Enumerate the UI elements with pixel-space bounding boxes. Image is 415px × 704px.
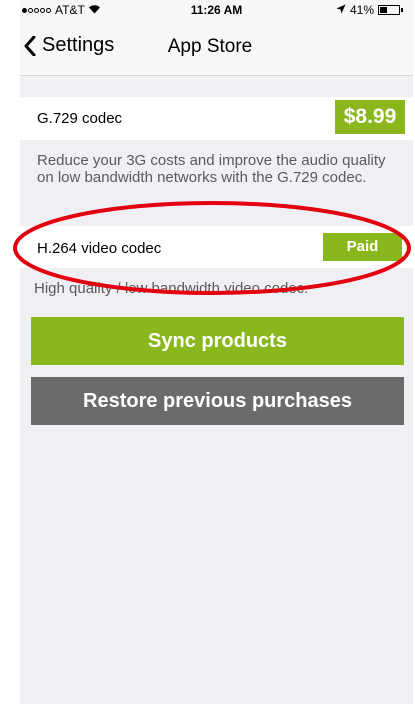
battery-tip: [401, 8, 403, 12]
product-row-h264[interactable]: H.264 video codec Paid: [20, 226, 413, 268]
paid-badge: Paid: [323, 233, 402, 261]
product-row-g729[interactable]: G.729 codec $8.99: [20, 97, 413, 140]
product-description: High quality / low bandwidth video codec…: [34, 280, 309, 297]
page-title: App Store: [167, 36, 253, 57]
battery-icon: [378, 5, 400, 15]
location-arrow-icon: [336, 4, 346, 17]
product-description: Reduce your 3G costs and improve the aud…: [37, 152, 386, 186]
navigation-bar: Settings App Store: [20, 20, 413, 76]
phone-screen: AT&T 11:26 AM 41% Settings App Store G.7…: [20, 0, 413, 704]
sync-products-button[interactable]: Sync products: [31, 317, 404, 365]
battery-percent: 41%: [349, 3, 374, 17]
status-bar: AT&T 11:26 AM 41%: [20, 0, 413, 20]
buy-price-button[interactable]: $8.99: [335, 100, 405, 134]
product-name: H.264 video codec: [37, 240, 162, 257]
status-bar-right: 41%: [336, 3, 403, 17]
product-name: G.729 codec: [37, 110, 123, 127]
restore-purchases-button[interactable]: Restore previous purchases: [31, 377, 404, 425]
battery-fill: [380, 7, 387, 13]
